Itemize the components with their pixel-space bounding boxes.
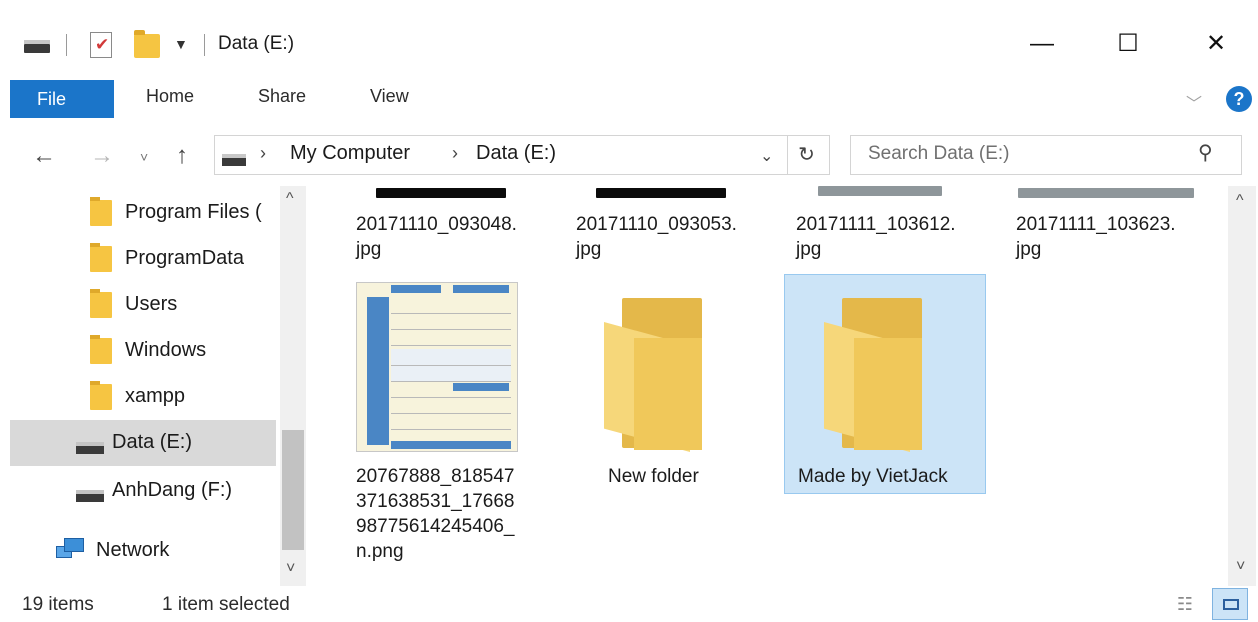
search-icon[interactable]: ⚲ [1198, 140, 1213, 165]
thumb-row [391, 365, 511, 366]
help-icon[interactable]: ? [1226, 86, 1252, 112]
folder-icon [90, 243, 112, 272]
sidebar-scroll-thumb[interactable] [282, 430, 304, 550]
chevron-down-icon[interactable]: ⌄ [760, 146, 773, 166]
tab-share[interactable]: Share [258, 86, 306, 107]
refresh-icon[interactable]: ↻ [784, 135, 830, 175]
folder-icon [90, 289, 112, 318]
sidebar-item-data-drive[interactable]: Data (E:) [10, 420, 276, 466]
breadcrumb-my-computer[interactable]: My Computer [290, 142, 410, 165]
png-thumbnail[interactable] [356, 282, 518, 452]
thumb-row [391, 381, 511, 382]
properties-icon[interactable]: ✔ [90, 32, 112, 58]
details-view-icon[interactable]: ☷ [1172, 591, 1198, 617]
file-name: 20171111_103612. jpg [796, 214, 956, 260]
thumb-row [391, 313, 511, 314]
minimize-button[interactable]: — [1022, 28, 1062, 62]
drive-icon [76, 442, 104, 454]
folder-icon [90, 197, 112, 226]
forward-icon[interactable]: → [90, 142, 114, 170]
search-placeholder: Search Data (E:) [868, 143, 1010, 164]
back-icon[interactable]: ← [32, 142, 56, 170]
title-bar [0, 0, 1258, 78]
sidebar-item-label: Network [96, 539, 170, 561]
image-thumbnail [596, 188, 726, 198]
sidebar-item-programdata[interactable]: ProgramData [10, 236, 276, 282]
chevron-right-icon[interactable]: › [260, 143, 266, 164]
file-tile-20171111-103623[interactable]: 20171111_103623. jpg [1014, 186, 1214, 270]
folder-icon [90, 381, 112, 410]
content-scrollbar[interactable] [1228, 186, 1256, 586]
large-icons-view-icon[interactable] [1212, 588, 1248, 620]
image-thumbnail [1018, 188, 1194, 198]
scroll-down-icon[interactable]: ˅ [286, 560, 295, 578]
sidebar-item-network[interactable]: Network [10, 528, 276, 574]
window-title: Data (E:) [218, 33, 295, 54]
image-thumbnail [818, 186, 942, 196]
thumb-header [391, 285, 441, 293]
scroll-up-icon[interactable]: ^ [1236, 192, 1244, 210]
sidebar-item-windows[interactable]: Windows [10, 328, 276, 374]
file-tile-20171110-093048[interactable]: 20171110_093048. jpg [354, 186, 554, 270]
sidebar-item-users[interactable]: Users [10, 282, 276, 328]
new-folder-icon[interactable] [134, 30, 160, 58]
sidebar-item-label: Users [125, 293, 178, 315]
recent-locations-icon[interactable]: ˅ [140, 149, 148, 165]
file-name: 20171110_093053. jpg [576, 214, 737, 260]
up-icon[interactable]: ↑ [176, 142, 188, 170]
sidebar-item-label: Windows [125, 339, 207, 361]
maximize-button[interactable]: ☐ [1108, 28, 1148, 62]
folder-icon[interactable] [824, 298, 924, 454]
selection-count: 1 item selected [162, 594, 290, 615]
breadcrumb-data[interactable]: Data (E:) [476, 142, 556, 165]
drive-icon [222, 154, 246, 166]
file-name[interactable]: 20767888_818547 371638531_17668 98775614… [356, 464, 515, 564]
sidebar-item-xampp[interactable]: xampp [10, 374, 276, 420]
tab-view[interactable]: View [370, 86, 409, 107]
thumb-row [391, 413, 511, 414]
separator [66, 34, 67, 56]
sidebar-item-program-files[interactable]: Program Files ( [10, 190, 276, 236]
chevron-right-icon[interactable]: › [452, 143, 458, 164]
folder-name[interactable]: New folder [608, 464, 699, 489]
separator [204, 34, 205, 56]
thumb-row [391, 429, 511, 430]
sidebar-item-label: ProgramData [125, 247, 244, 269]
file-tile-20171111-103612[interactable]: 20171111_103612. jpg [794, 186, 994, 270]
thumb-header [453, 383, 509, 391]
expand-ribbon-icon[interactable]: ﹀ [1186, 90, 1202, 114]
scroll-up-icon[interactable]: ^ [286, 190, 294, 208]
sidebar-item-label: AnhDang (F:) [112, 479, 233, 501]
scroll-down-icon[interactable]: ˅ [1236, 558, 1245, 576]
image-thumbnail [376, 188, 506, 198]
sidebar-item-anhdang-drive[interactable]: AnhDang (F:) [10, 468, 276, 514]
tab-file[interactable]: File [10, 80, 114, 118]
close-button[interactable]: ✕ [1196, 28, 1236, 62]
folder-icon[interactable] [604, 298, 704, 454]
thumb-header [453, 285, 509, 293]
item-count: 19 items [22, 594, 94, 615]
sidebar-item-label: xampp [125, 385, 186, 407]
thumb-header [391, 441, 511, 449]
thumb-row [391, 345, 511, 346]
thumb-column [367, 297, 389, 445]
sidebar-item-label: Data (E:) [112, 431, 193, 453]
customize-toolbar-icon[interactable]: ▼ [174, 36, 188, 52]
drive-icon [76, 490, 104, 502]
folder-icon [90, 335, 112, 364]
thumb-row [391, 397, 511, 398]
tab-home[interactable]: Home [146, 86, 194, 107]
file-tile-20171110-093053[interactable]: 20171110_093053. jpg [574, 186, 774, 270]
folder-name[interactable]: Made by VietJack [798, 464, 948, 489]
file-name: 20171110_093048. jpg [356, 214, 517, 260]
file-name: 20171111_103623. jpg [1016, 214, 1176, 260]
thumb-row [391, 329, 511, 330]
drive-icon[interactable] [24, 40, 50, 53]
network-icon [56, 538, 86, 562]
sidebar-item-label: Program Files ( [125, 201, 262, 223]
